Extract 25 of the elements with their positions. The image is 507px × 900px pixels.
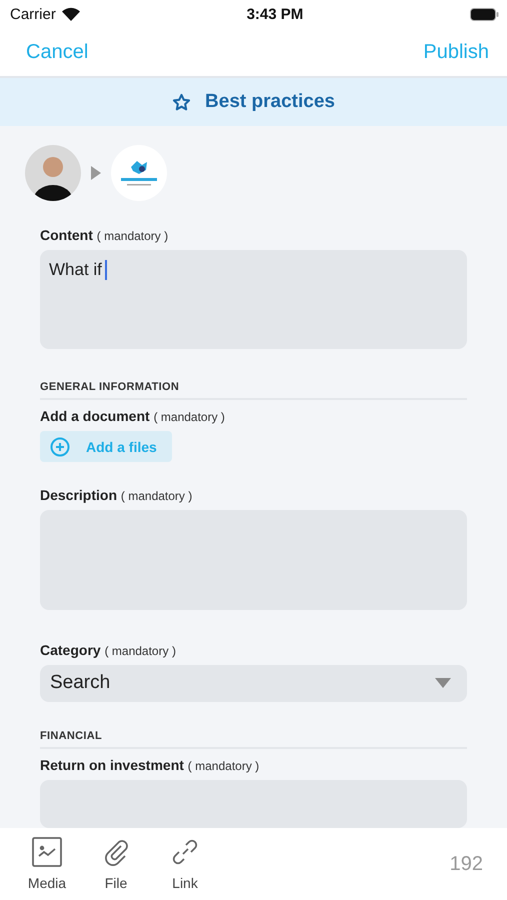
text-area[interactable]: What if — [40, 250, 467, 350]
dropdown-caret-icon — [435, 678, 451, 688]
plus-circle-icon — [50, 436, 70, 457]
wifi-icon — [62, 7, 80, 21]
toolbar-button[interactable]: Media — [19, 837, 75, 891]
field-label: Add a document ( mandatory ) — [40, 408, 226, 424]
star-icon — [172, 92, 192, 112]
link-icon — [170, 837, 200, 867]
category-select[interactable]: Search — [40, 664, 467, 702]
field-label: Category ( mandatory ) — [40, 642, 177, 658]
character-count: 192 — [450, 852, 483, 876]
battery-icon — [470, 8, 499, 20]
banner-title: Best practices — [205, 91, 335, 113]
field-label: Description ( mandatory ) — [40, 487, 194, 504]
field-label: Return on investment ( mandatory ) — [40, 757, 260, 773]
input-field[interactable] — [40, 780, 467, 828]
image-icon — [32, 837, 62, 867]
clock-text: 3:43 PM — [246, 6, 304, 22]
toolbar-button[interactable]: Link — [157, 837, 213, 891]
arrow-icon — [91, 166, 101, 180]
section-heading: GENERAL INFORMATION — [40, 381, 467, 400]
toolbar-button[interactable]: File — [88, 837, 144, 891]
carrier-text: Carrier — [10, 6, 56, 22]
field-label: Content ( mandatory ) — [40, 227, 170, 243]
section-heading: FINANCIAL — [40, 730, 467, 749]
